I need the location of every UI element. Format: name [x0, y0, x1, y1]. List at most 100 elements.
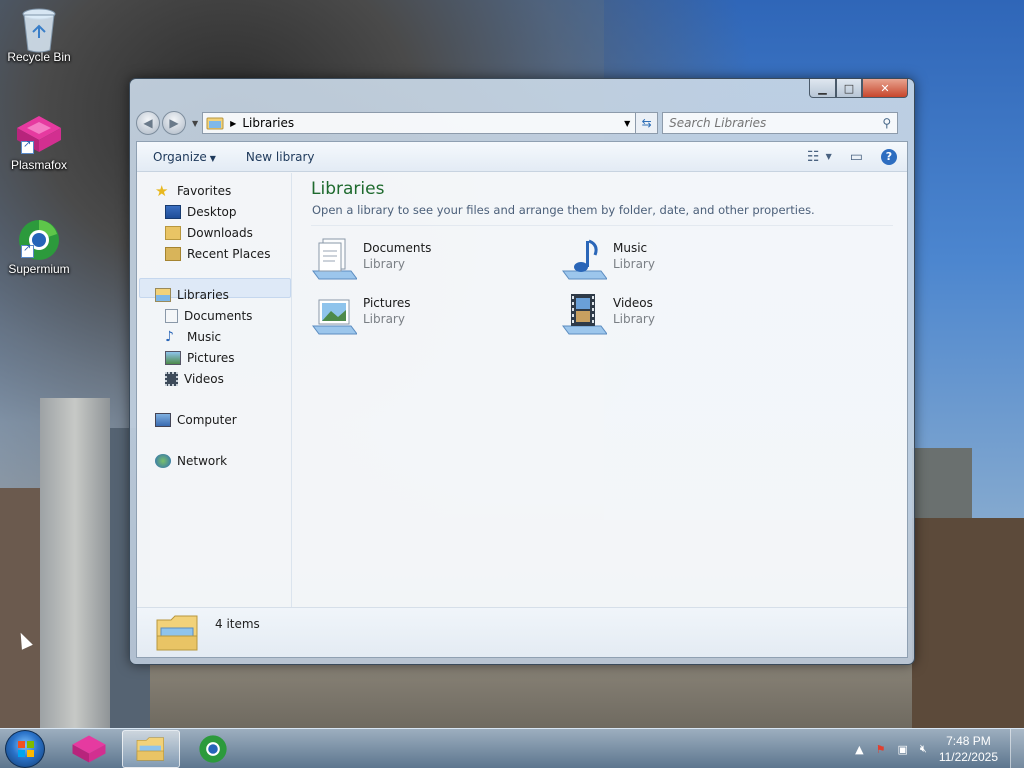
item-count: 4 items [215, 617, 260, 631]
refresh-button[interactable]: ⇆ [636, 112, 659, 134]
taskbar-supermium[interactable] [184, 730, 242, 768]
breadcrumb-separator-icon: ▶ [230, 118, 237, 128]
explorer-content: Organize ▼ New library ☷ ▼ ▭ ? ★ Favorite… [136, 141, 908, 658]
search-icon: ⚲ [882, 116, 892, 130]
nav-downloads[interactable]: Downloads [165, 226, 253, 240]
wallpaper-building [40, 398, 110, 728]
refresh-icon: ⇆ [641, 116, 652, 130]
organize-button[interactable]: Organize ▼ [153, 150, 216, 164]
nav-desktop[interactable]: Desktop [165, 205, 237, 219]
view-controls: ☷ ▼ ▭ ? [789, 148, 907, 165]
nav-label: Computer [177, 413, 237, 427]
nav-label: Pictures [187, 351, 235, 365]
recent-pages-dropdown[interactable]: ▼ [192, 119, 198, 128]
supermium-icon [19, 218, 59, 260]
plasmafox-icon [17, 114, 61, 154]
divider [311, 225, 893, 226]
forward-arrow-icon: ▶ [169, 116, 179, 130]
back-button[interactable]: ◀ [136, 111, 160, 135]
maximize-icon: □ [843, 81, 855, 95]
library-type: Library [613, 257, 655, 271]
nav-label: Recent Places [187, 247, 271, 261]
action-center-flag-icon[interactable]: ⚑ [876, 743, 886, 756]
supermium-icon [199, 735, 227, 763]
address-bar[interactable]: ▶ Libraries ▼ [202, 112, 637, 134]
libraries-folder-large-icon [156, 615, 198, 651]
wallpaper-building [912, 518, 1024, 728]
desktop-icon-label: Plasmafox [10, 158, 68, 172]
search-box[interactable]: ⚲ [662, 112, 899, 134]
library-type: Library [363, 312, 405, 326]
taskbar: ▲ ⚑ ▣ 🔇︎ 7:48 PM 11/22/2025 [0, 728, 1024, 768]
network-icon [155, 454, 171, 468]
address-dropdown-icon[interactable]: ▼ [619, 119, 635, 128]
help-icon[interactable]: ? [881, 148, 897, 165]
pictures-icon [165, 351, 181, 365]
preview-pane-icon[interactable]: ▭ [850, 149, 863, 165]
library-pictures[interactable]: Pictures Library [311, 290, 551, 340]
forward-button[interactable]: ▶ [162, 111, 186, 135]
show-hidden-icons-icon[interactable]: ▲ [855, 743, 863, 756]
windows-logo-icon [18, 741, 34, 757]
music-library-icon [562, 239, 607, 280]
close-button[interactable]: ✕ [862, 79, 908, 98]
nav-recent-places[interactable]: Recent Places [165, 247, 270, 261]
desktop-icon-recycle-bin[interactable]: Recycle Bin [1, 6, 77, 64]
downloads-folder-icon [165, 226, 181, 240]
nav-documents[interactable]: Documents [165, 309, 252, 323]
close-icon: ✕ [880, 81, 890, 95]
page-subtitle: Open a library to see your files and arr… [312, 203, 815, 217]
explorer-window[interactable]: ▁ □ ✕ ◀ ▶ ▼ ▶ Libraries ▼ ⇆ ⚲ Organize▼ … [129, 78, 915, 665]
plasmafox-icon [72, 735, 106, 763]
volume-muted-icon[interactable]: 🔇︎ [920, 742, 927, 756]
taskbar-plasmafox[interactable] [60, 730, 118, 768]
clock[interactable]: 7:48 PM 11/22/2025 [939, 733, 998, 765]
nav-pictures[interactable]: Pictures [165, 351, 235, 365]
desktop-icon-supermium[interactable]: Supermium [1, 218, 77, 276]
show-desktop-button[interactable] [1010, 729, 1024, 768]
desktop-icon-plasmafox[interactable]: Plasmafox [1, 114, 77, 172]
documents-library-icon [312, 238, 357, 280]
pictures-library-icon [312, 299, 357, 335]
recent-places-icon [165, 247, 181, 261]
back-arrow-icon: ◀ [143, 116, 153, 130]
nav-label: Downloads [187, 226, 253, 240]
nav-network[interactable]: Network [155, 454, 227, 468]
library-videos[interactable]: Videos Library [561, 290, 801, 340]
film-strip-icon [165, 372, 178, 386]
libraries-view: Libraries Open a library to see your fil… [293, 173, 893, 607]
music-note-icon: ♪ [165, 329, 174, 345]
search-input[interactable] [669, 116, 870, 130]
new-library-button[interactable]: New library [246, 150, 315, 164]
network-status-icon[interactable]: ▣ [897, 743, 907, 756]
nav-computer[interactable]: Computer [155, 413, 237, 427]
library-name: Documents [363, 241, 432, 255]
taskbar-explorer[interactable] [122, 730, 180, 768]
page-title: Libraries [311, 179, 385, 199]
desktop-icon [165, 205, 181, 219]
caption-buttons: ▁ □ ✕ [809, 79, 908, 98]
nav-label: Libraries [177, 288, 229, 302]
view-options-dropdown-icon[interactable]: ▼ [826, 152, 832, 161]
navigation-pane: ★ Favorites Desktop Downloads Recent Pla… [137, 173, 292, 607]
library-documents[interactable]: Documents Library [311, 235, 551, 285]
breadcrumb-libraries[interactable]: Libraries [242, 116, 294, 130]
nav-favorites[interactable]: ★ Favorites [155, 184, 231, 199]
nav-libraries[interactable]: Libraries [155, 288, 229, 302]
clock-date: 11/22/2025 [938, 750, 998, 764]
maximize-button[interactable]: □ [836, 79, 862, 98]
nav-music[interactable]: ♪ Music [165, 330, 221, 344]
library-name: Music [613, 241, 648, 255]
libraries-folder-icon [206, 117, 224, 130]
start-button[interactable] [5, 730, 45, 768]
computer-icon [155, 413, 171, 427]
documents-icon [165, 309, 178, 323]
vertical-scrollbar[interactable] [895, 173, 907, 607]
change-view-icon[interactable]: ☷ [807, 149, 820, 165]
nav-label: Videos [184, 372, 224, 386]
library-music[interactable]: Music Library [561, 235, 801, 285]
minimize-button[interactable]: ▁ [809, 79, 836, 98]
library-name: Videos [613, 296, 653, 310]
nav-videos[interactable]: Videos [165, 372, 224, 386]
nav-label: Music [187, 330, 222, 344]
